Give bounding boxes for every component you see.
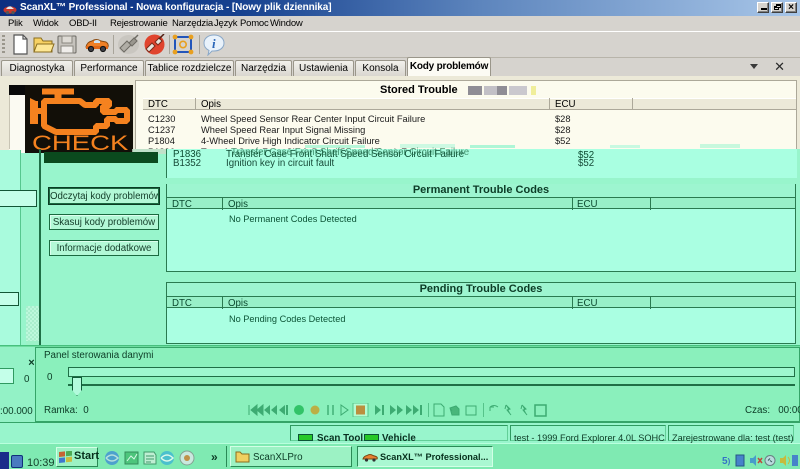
svg-text:i: i — [212, 36, 216, 51]
svg-text:5): 5) — [722, 456, 731, 467]
